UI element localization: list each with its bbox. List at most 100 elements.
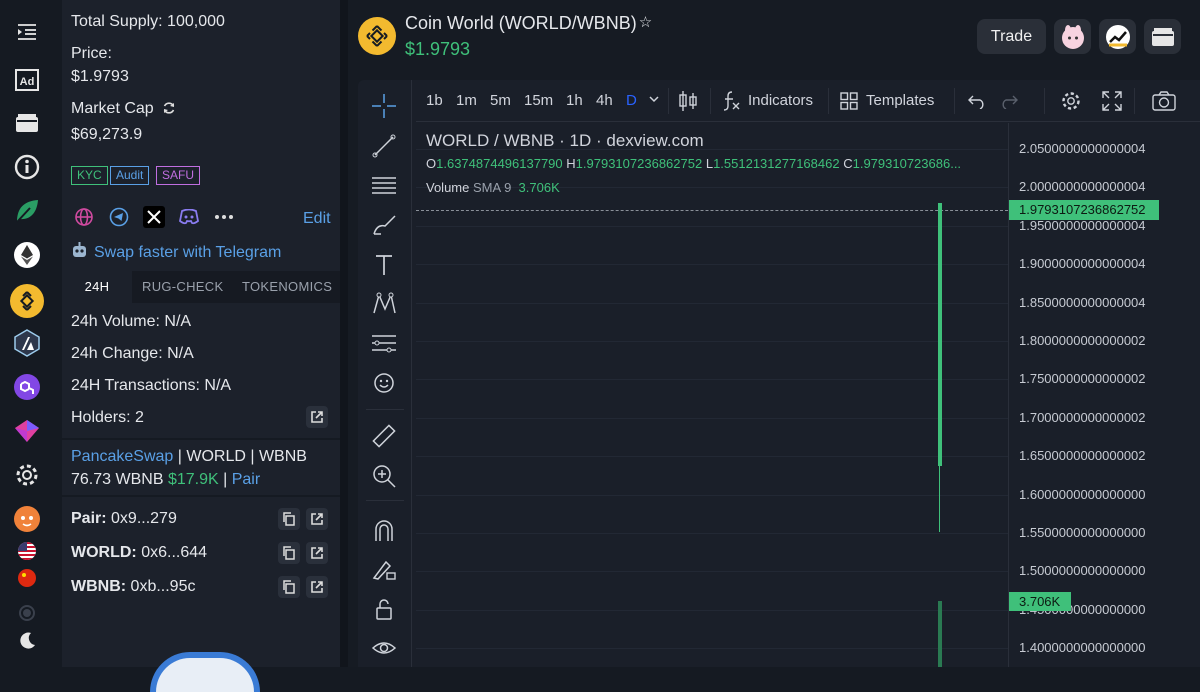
arbitrum-icon[interactable] bbox=[12, 328, 42, 358]
zoom-in-icon[interactable] bbox=[369, 461, 399, 491]
robot-icon bbox=[71, 242, 88, 259]
candles-icon[interactable] bbox=[678, 90, 698, 112]
audit-badge[interactable]: Audit bbox=[110, 166, 150, 185]
copy-icon[interactable] bbox=[278, 508, 300, 530]
us-flag-icon[interactable] bbox=[12, 536, 42, 566]
grid-line bbox=[416, 264, 1008, 266]
lock-draw-icon[interactable] bbox=[369, 554, 399, 584]
pattern-icon[interactable] bbox=[369, 289, 399, 319]
shiba-icon[interactable] bbox=[12, 504, 42, 534]
grid-line bbox=[416, 302, 1008, 304]
price-tick-label: 1.8500000000000004 bbox=[1019, 294, 1146, 310]
ohlc-legend: O1.6374874496137790 H1.9793107236862752 … bbox=[426, 156, 962, 171]
indicators-button[interactable]: Indicators bbox=[748, 92, 813, 109]
interval-1m[interactable]: 1m bbox=[456, 92, 477, 109]
tab-24h[interactable]: 24H bbox=[62, 271, 132, 303]
price-tick-label: 1.4000000000000000 bbox=[1019, 640, 1146, 656]
external-link-icon[interactable] bbox=[306, 406, 328, 428]
interval-1b[interactable]: 1b bbox=[426, 92, 443, 109]
chevron-down-icon[interactable] bbox=[648, 93, 660, 105]
favorite-star-icon[interactable]: ☆ bbox=[639, 14, 652, 31]
price-value: $1.9793 bbox=[71, 68, 129, 85]
tab-rug-check[interactable]: RUG-CHECK bbox=[142, 271, 223, 303]
eye-icon[interactable] bbox=[369, 633, 399, 663]
price-tick-label: 1.7500000000000002 bbox=[1019, 371, 1146, 387]
refresh-icon[interactable] bbox=[162, 101, 176, 115]
kyc-badge[interactable]: KYC bbox=[71, 166, 108, 185]
price-tick-label: 2.0000000000000004 bbox=[1019, 179, 1146, 195]
dot-icon bbox=[12, 598, 42, 628]
undo-icon[interactable] bbox=[968, 93, 986, 109]
trade-button[interactable]: Trade bbox=[977, 19, 1046, 54]
pair-link[interactable]: Pair bbox=[232, 471, 260, 488]
price-tick-label: 1.6000000000000000 bbox=[1019, 486, 1146, 502]
redo-icon[interactable] bbox=[1000, 93, 1018, 109]
interval-5m[interactable]: 5m bbox=[490, 92, 511, 109]
copy-icon[interactable] bbox=[278, 542, 300, 564]
crosshair-icon[interactable] bbox=[369, 91, 399, 121]
settings-gear-icon[interactable] bbox=[12, 460, 42, 490]
grid-line bbox=[416, 456, 1008, 458]
drawing-toolbar bbox=[358, 80, 412, 667]
moon-icon[interactable] bbox=[12, 626, 42, 656]
x-twitter-icon[interactable] bbox=[143, 206, 165, 228]
chain-icon[interactable] bbox=[12, 416, 42, 446]
emoji-icon[interactable] bbox=[369, 368, 399, 398]
interval-4h[interactable]: 4h bbox=[596, 92, 613, 109]
pair-address: Pair: 0x9...279 bbox=[71, 510, 177, 527]
interval-d[interactable]: D bbox=[626, 92, 637, 109]
grid-line bbox=[416, 379, 1008, 381]
china-flag-icon[interactable] bbox=[12, 563, 42, 593]
wallet-icon[interactable] bbox=[12, 108, 42, 138]
globe-icon[interactable] bbox=[73, 206, 95, 228]
safu-badge[interactable]: SAFU bbox=[156, 166, 201, 185]
bnb-chain-icon[interactable] bbox=[10, 284, 44, 318]
external-link-icon[interactable] bbox=[306, 542, 328, 564]
price-tick-label: 1.6500000000000002 bbox=[1019, 448, 1146, 464]
indicators-icon[interactable] bbox=[722, 90, 740, 112]
templates-icon[interactable] bbox=[840, 92, 858, 110]
interval-1h[interactable]: 1h bbox=[566, 92, 583, 109]
price-tick-label: 1.9000000000000004 bbox=[1019, 256, 1146, 272]
tab-tokenomics[interactable]: TOKENOMICS bbox=[242, 271, 332, 303]
ethereum-icon[interactable] bbox=[12, 240, 42, 270]
copy-icon[interactable] bbox=[278, 576, 300, 598]
trend-line-icon[interactable] bbox=[369, 131, 399, 161]
pancake-icon[interactable] bbox=[1054, 19, 1091, 54]
price-axis[interactable]: 2.0500000000000004 2.0000000000000004 1.95… bbox=[1008, 123, 1200, 667]
fullscreen-icon[interactable] bbox=[1102, 91, 1122, 111]
leaf-icon[interactable] bbox=[12, 196, 42, 226]
polygon-icon[interactable] bbox=[12, 372, 42, 402]
telegram-cta[interactable]: Swap faster with Telegram bbox=[71, 242, 281, 262]
volume-bar bbox=[938, 601, 942, 667]
holders: Holders: 2 bbox=[71, 409, 144, 426]
text-tool-icon[interactable] bbox=[369, 250, 399, 280]
interval-15m[interactable]: 15m bbox=[524, 92, 553, 109]
ad-icon[interactable]: Ad bbox=[12, 65, 42, 95]
brush-icon[interactable] bbox=[369, 210, 399, 240]
partial-logo bbox=[150, 652, 260, 692]
external-link-icon[interactable] bbox=[306, 508, 328, 530]
divider bbox=[62, 495, 340, 497]
lock-icon[interactable] bbox=[369, 594, 399, 624]
external-link-icon[interactable] bbox=[306, 576, 328, 598]
camera-icon[interactable] bbox=[1152, 91, 1176, 111]
dextools-icon[interactable] bbox=[1099, 19, 1136, 54]
telegram-icon[interactable] bbox=[108, 206, 130, 228]
forecast-icon[interactable] bbox=[369, 328, 399, 358]
more-icon[interactable] bbox=[213, 206, 235, 228]
chart-settings-icon[interactable] bbox=[1060, 90, 1082, 112]
info-icon[interactable] bbox=[12, 152, 42, 182]
wallet-header-icon[interactable] bbox=[1144, 19, 1181, 54]
grid-line bbox=[416, 225, 1008, 227]
horizontal-lines-icon[interactable] bbox=[369, 170, 399, 200]
toolbar-divider bbox=[366, 500, 404, 501]
edit-link[interactable]: Edit bbox=[303, 210, 331, 228]
dex-link[interactable]: PancakeSwap bbox=[71, 448, 173, 465]
magnet-icon[interactable] bbox=[369, 515, 399, 545]
total-supply: Total Supply: 100,000 bbox=[71, 13, 225, 30]
menu-indent-icon[interactable] bbox=[12, 17, 42, 47]
ruler-icon[interactable] bbox=[369, 421, 399, 451]
discord-icon[interactable] bbox=[178, 206, 200, 228]
templates-button[interactable]: Templates bbox=[866, 92, 934, 109]
